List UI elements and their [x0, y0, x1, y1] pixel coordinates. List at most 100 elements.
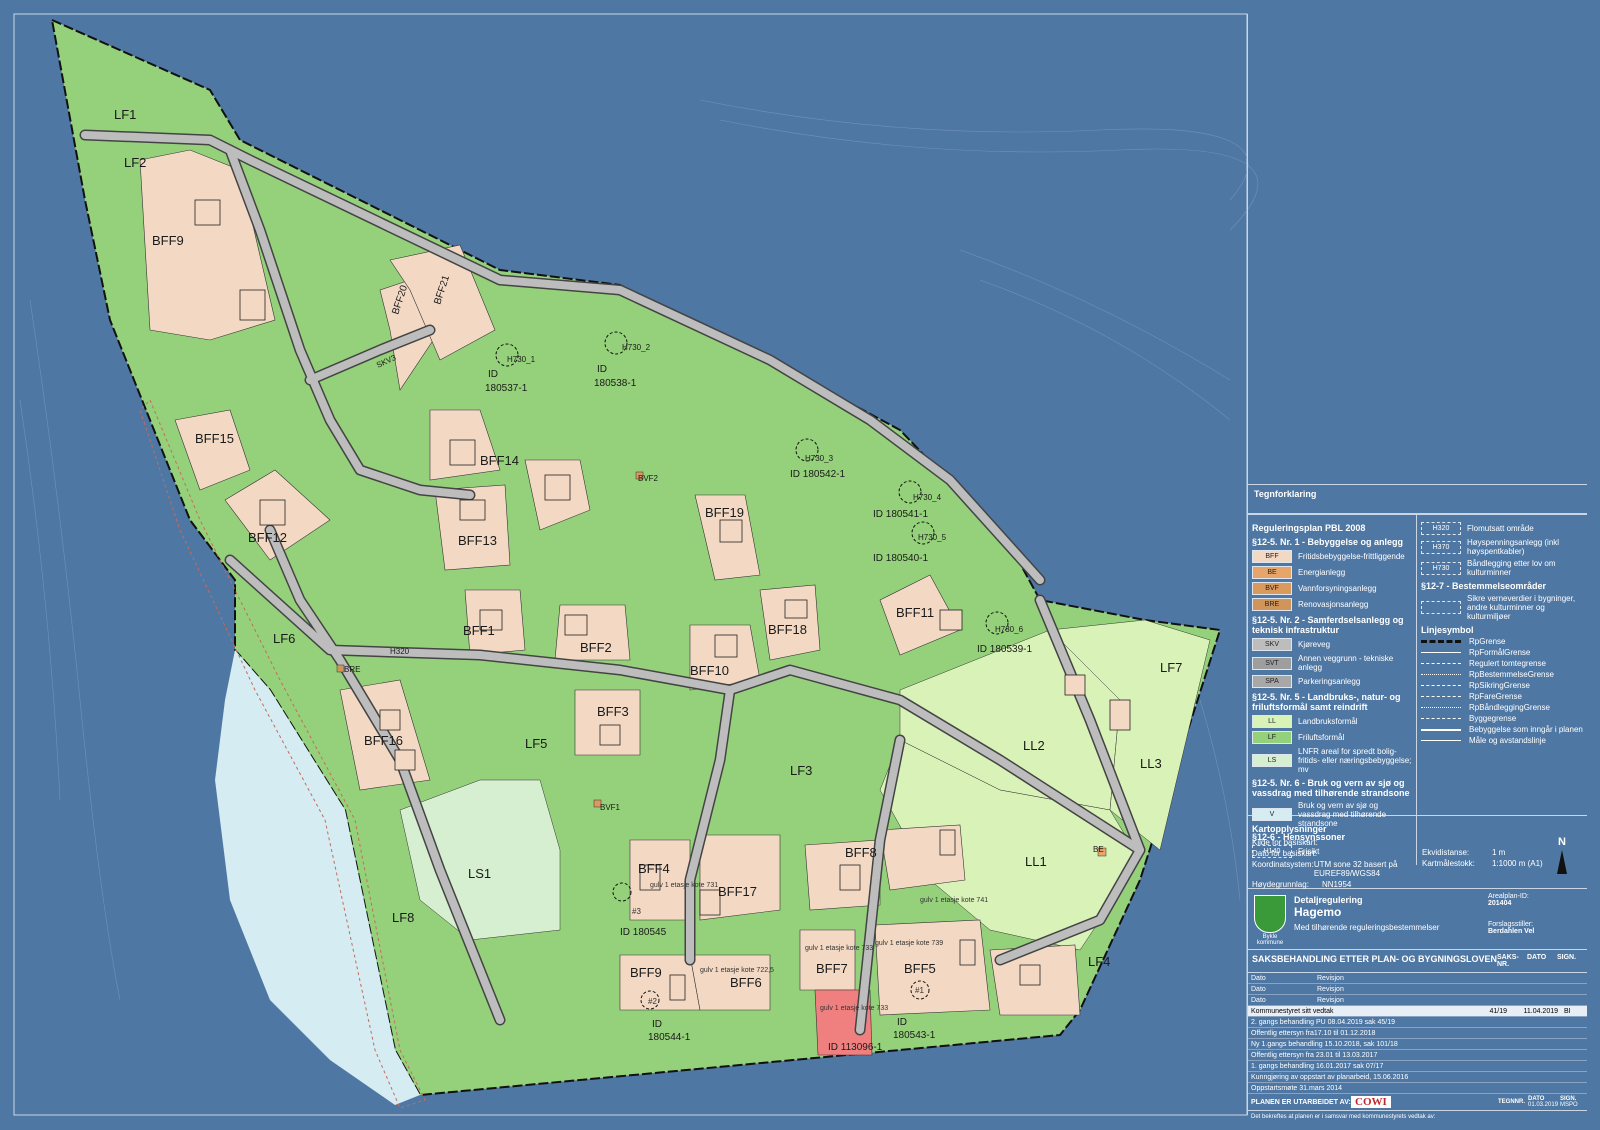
line-label-4: RpSikringGrense [1469, 681, 1530, 690]
cell: 11.04.2019 [1520, 1005, 1561, 1017]
line-label-3: RpBestemmelseGrense [1469, 670, 1554, 679]
legend-row-spa: SPA Parkeringsanlegg [1252, 675, 1412, 688]
label-id2b: 180538-1 [594, 378, 637, 389]
zone-label-bff8: BFF8 [845, 845, 877, 860]
zone-label-ll2: LL2 [1023, 738, 1045, 753]
line-label-5: RpFareGrense [1469, 692, 1522, 701]
line-sample-1 [1421, 652, 1461, 653]
legend-row-h320: H320 Flomutsatt område [1421, 522, 1583, 535]
swatch-spa: SPA [1252, 675, 1292, 688]
cell: Offentlig ettersyn fra 23.01 til 13.03.2… [1248, 1049, 1587, 1061]
kart-malestokk-key: Kartmålestokk: [1422, 859, 1475, 868]
zone-label-bff1: BFF1 [463, 623, 495, 638]
label-id7: ID 180545 [620, 927, 667, 938]
zone-label-lf5: LF5 [525, 736, 547, 751]
cell [1520, 973, 1561, 984]
legend-row-s8: Sikre verneverdier i bygninger, andre ku… [1421, 594, 1583, 621]
legend-linjesymbol-heading: Linjesymbol [1421, 625, 1474, 635]
legend-bre-text: Renovasjonsanlegg [1298, 600, 1369, 609]
legend-title: Tegnforklaring [1248, 484, 1587, 514]
label-bvf1: BVF1 [600, 803, 621, 812]
line-row-5: RpFareGrense [1421, 692, 1583, 701]
legend-row-bff: BFF Fritidsbebyggelse-frittliggende [1252, 550, 1412, 563]
cell: Dato [1248, 973, 1314, 984]
kart-koord-value: UTM sone 32 basert på EUREF89/WGS84 [1313, 860, 1398, 878]
label-h730-6: H730_6 [995, 625, 1024, 634]
bre-marker [336, 664, 345, 673]
legend-row-be: BE Energianlegg [1252, 566, 1412, 579]
label-gulv3: gulv 1 etasje kote 741 [920, 897, 988, 904]
cell [1561, 973, 1587, 984]
legend-h370-text: Høyspenningsanlegg (inkl høyspentkabler) [1467, 538, 1560, 556]
cell: 41/19 [1486, 1005, 1521, 1017]
legend-bvf-text: Vannforsyningsanlegg [1298, 584, 1377, 593]
line-sample-5 [1421, 696, 1461, 697]
zone-label-lf2: LF2 [124, 155, 146, 170]
line-sample-9 [1421, 740, 1461, 741]
zone-label-bff16: BFF16 [364, 733, 403, 748]
kommune-name: Bykle kommune [1256, 934, 1284, 946]
label-p1: #1 [915, 986, 924, 995]
kart-hoyde-key: Høydegrunnlag: [1252, 880, 1309, 889]
zone-label-ls1: LS1 [468, 866, 491, 881]
kart-malestokk: Kartmålestokk: 1:1000 m (A1) [1422, 859, 1552, 868]
legend-row-ll: LL Landbruksformål [1252, 715, 1412, 728]
cell: Kommunestyret sitt vedtak [1248, 1005, 1487, 1017]
table-row: Offentlig ettersyn fra17.10 til 01.12.20… [1248, 1027, 1587, 1039]
label-be: BE [1093, 845, 1104, 854]
kartopplysninger: Kartopplysninger Kilde for basiskart: Da… [1248, 816, 1587, 889]
label-h730-2: H730_2 [622, 343, 651, 352]
plot-bff7 [799, 929, 856, 991]
legend-h320-text: Flomutsatt område [1467, 524, 1534, 533]
zone-label-bff19: BFF19 [705, 505, 744, 520]
kart-malestokk-value: 1:1000 m (A1) [1492, 859, 1543, 868]
cell [1520, 994, 1561, 1006]
plan-name: Hagemo [1294, 905, 1342, 919]
saks-col2: DATO [1527, 954, 1547, 961]
legend-column-right: H320 Flomutsatt område H370 Høyspenningsan… [1416, 515, 1587, 865]
kart-kilde: Kilde for basiskart: [1252, 838, 1422, 847]
zone-label-bff9a: BFF9 [152, 233, 184, 248]
label-id1b: 180537-1 [485, 383, 528, 394]
line-row-4: RpSikringGrense [1421, 681, 1583, 690]
swatch-be: BE [1252, 566, 1292, 579]
label-h730-5: H730_5 [918, 533, 947, 542]
zone-label-lf8: LF8 [392, 910, 414, 925]
saks-col1: SAKS-NR. [1497, 954, 1519, 968]
forslag-key: Forslagsstiller: [1488, 921, 1534, 928]
swatch-h730: H730 [1421, 561, 1461, 575]
kart-hoyde: Høydegrunnlag: NN1954 [1252, 880, 1422, 889]
legend-svt-text: Annen veggrunn - tekniske anlegg [1298, 654, 1394, 672]
legend-s6-heading: §12-5. Nr. 6 - Bruk og vern av sjø og va… [1252, 778, 1410, 798]
sign-value: MSPO [1560, 1102, 1578, 1108]
label-bre: BRE [344, 665, 360, 674]
legend-ll-text: Landbruksformål [1298, 717, 1358, 726]
table-row: Kommunestyret sitt vedtak 41/19 11.04.2019… [1248, 1005, 1587, 1017]
cell [1561, 994, 1587, 1006]
swatch-ll: LL [1252, 715, 1292, 728]
utarbeidet-label: PLANEN ER UTARBEIDET AV: [1251, 1098, 1351, 1106]
swatch-bvf: BVF [1252, 582, 1292, 595]
zone-label-bff4: BFF4 [638, 861, 670, 876]
line-sample-7 [1421, 718, 1461, 719]
line-label-7: Byggegrense [1469, 714, 1517, 723]
footer-note: Det bekreftes at planen er i samsvar med… [1251, 1114, 1436, 1120]
legend-column-left: Reguleringsplan PBL 2008 §12-5. Nr. 1 - … [1248, 515, 1416, 865]
zone-label-lf3: LF3 [790, 763, 812, 778]
label-h320: H320 [390, 647, 410, 656]
label-id4: ID 180541-1 [873, 509, 928, 520]
zone-label-bff15: BFF15 [195, 431, 234, 446]
kart-ekvi-key: Ekvidistanse: [1422, 848, 1470, 857]
legend-spa-text: Parkeringsanlegg [1298, 677, 1361, 686]
label-gulv6: gulv 1 etasje kote 733 [820, 1005, 888, 1012]
cell: Offentlig ettersyn fra17.10 til 01.12.20… [1248, 1027, 1587, 1039]
label-h730-4: H730_4 [913, 493, 942, 502]
legend-row-h730: H730 Båndlegging etter lov om kulturminne… [1421, 559, 1583, 577]
legend-row-h370: H370 Høyspenningsanlegg (inkl høyspentkab… [1421, 538, 1583, 556]
swatch-s8 [1421, 601, 1461, 614]
line-label-8: Bebyggelse som inngår i planen [1469, 725, 1583, 734]
table-row: Ny 1.gangs behandling 15.10.2018, sak 10… [1248, 1038, 1587, 1050]
label-p3: #3 [632, 907, 641, 916]
swatch-bre: BRE [1252, 598, 1292, 611]
arealplan-value: 201404 [1488, 900, 1512, 907]
